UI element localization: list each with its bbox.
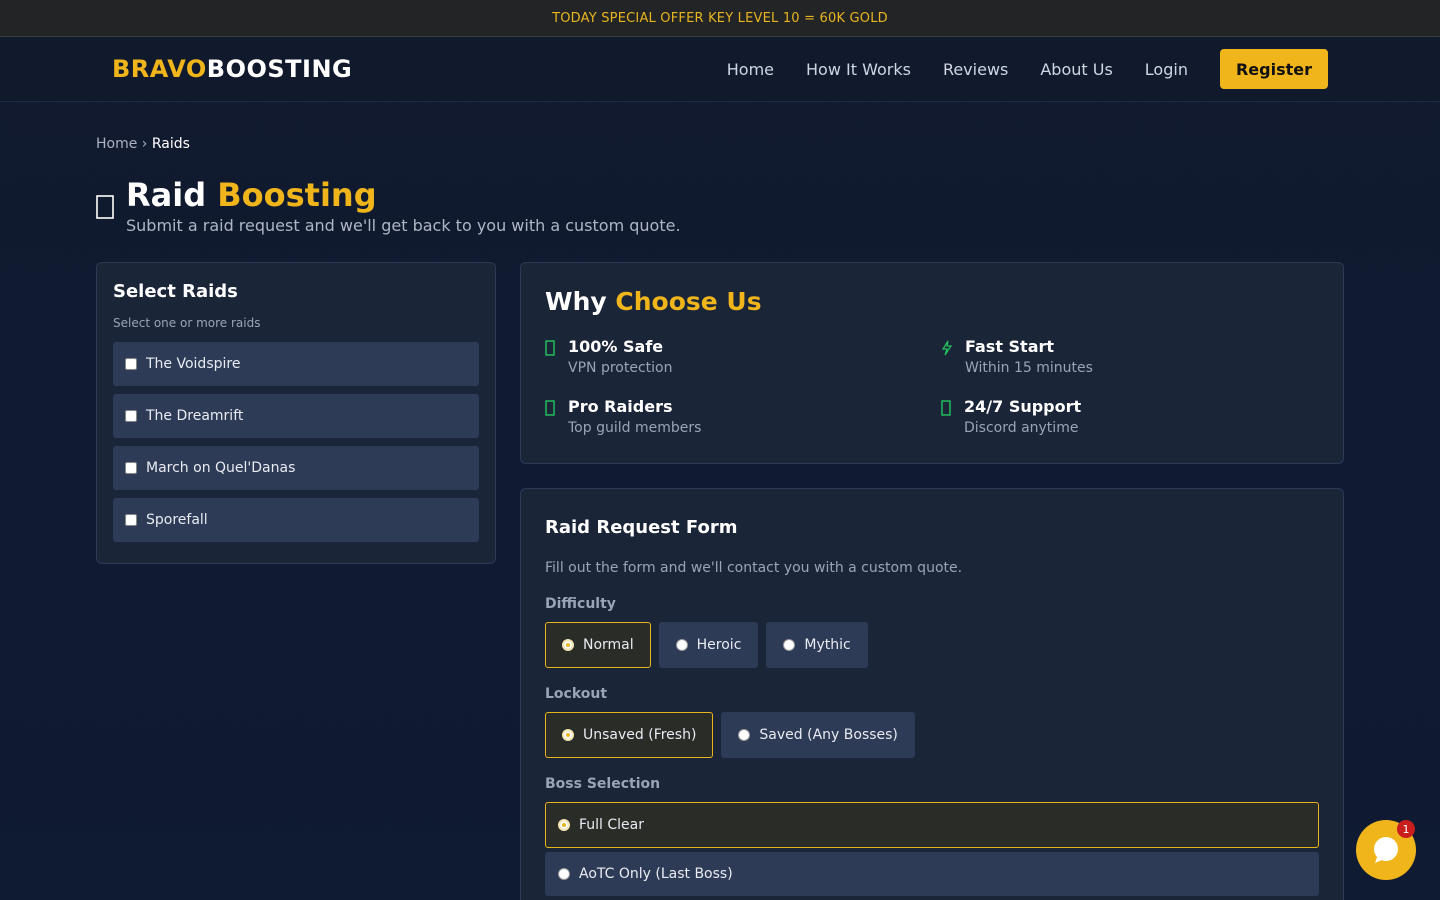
radio[interactable] [783, 639, 796, 651]
raid-request-form: Raid Request Form Fill out the form and … [520, 488, 1344, 900]
page-header: Raid Boosting Submit a raid request and … [96, 178, 681, 235]
raid-option-march-on-queldanas[interactable]: March on Quel'Danas [113, 446, 479, 490]
boss-full-clear[interactable]: Full Clear [545, 802, 1319, 848]
feature-title: Pro Raiders [568, 397, 673, 416]
lockout-saved[interactable]: Saved (Any Bosses) [721, 712, 915, 758]
raid-option-label: The Dreamrift [146, 408, 244, 424]
difficulty-options: Normal Heroic Mythic [545, 622, 1319, 668]
boss-option-label: Full Clear [579, 817, 645, 833]
page-title-boosting: Boosting [217, 176, 377, 214]
logo-boosting: BOOSTING [206, 55, 353, 83]
difficulty-label: Difficulty [545, 596, 616, 612]
feature-desc: Within 15 minutes [965, 360, 1093, 376]
radio[interactable] [675, 639, 688, 651]
nav-reviews[interactable]: Reviews [943, 60, 1008, 79]
raid-checkbox[interactable] [125, 514, 137, 526]
lockout-label: Lockout [545, 686, 608, 702]
page-title-raid: Raid [126, 176, 207, 214]
raid-option-voidspire[interactable]: The Voidspire [113, 342, 479, 386]
boss-aotc-only[interactable]: AoTC Only (Last Boss) [545, 852, 1319, 896]
feature-safe: 100% Safe VPN protection [545, 337, 672, 376]
promo-text: TODAY SPECIAL OFFER KEY LEVEL 10 = 60K G… [552, 10, 888, 26]
page-title: Raid Boosting [126, 178, 681, 212]
form-subtitle: Fill out the form and we'll contact you … [545, 560, 963, 576]
feature-desc: VPN protection [568, 360, 673, 376]
nav-how-it-works[interactable]: How It Works [806, 60, 911, 79]
select-raids-subtitle: Select one or more raids [113, 316, 261, 330]
feature-fast-start: Fast Start Within 15 minutes [941, 337, 1093, 376]
raid-option-label: Sporefall [146, 512, 208, 528]
feature-desc: Top guild members [568, 420, 702, 436]
trophy-icon [545, 400, 568, 436]
difficulty-normal[interactable]: Normal [545, 622, 651, 668]
shield-icon [545, 340, 568, 376]
raid-checkbox[interactable] [125, 358, 137, 370]
raid-checkbox[interactable] [125, 462, 137, 474]
nav-links: Home How It Works Reviews About Us Login… [695, 49, 1328, 89]
why-title-why: Why [545, 287, 607, 316]
site-logo[interactable]: BRAVOBOOSTING [112, 55, 352, 83]
raid-option-label: The Voidspire [146, 356, 241, 372]
lockout-option-label: Saved (Any Bosses) [759, 727, 898, 743]
top-navbar: BRAVOBOOSTING Home How It Works Reviews … [0, 37, 1440, 102]
why-choose-us-card: Why Choose Us 100% Safe VPN protection F… [520, 262, 1344, 464]
promo-banner: TODAY SPECIAL OFFER KEY LEVEL 10 = 60K G… [0, 0, 1440, 37]
breadcrumb-current: Raids [151, 136, 190, 152]
boss-selection-label: Boss Selection [545, 776, 661, 792]
radio[interactable] [558, 868, 570, 880]
feature-desc: Discord anytime [964, 420, 1079, 436]
register-button[interactable]: Register [1219, 49, 1328, 89]
difficulty-heroic[interactable]: Heroic [658, 622, 759, 668]
raid-checkbox[interactable] [125, 410, 137, 422]
chat-bubble-icon [1374, 837, 1398, 863]
difficulty-option-label: Normal [583, 637, 634, 653]
feature-title: Fast Start [965, 337, 1055, 356]
logo-bravo: BRAVO [112, 55, 207, 83]
why-title: Why Choose Us [545, 287, 1319, 316]
form-title: Raid Request Form [545, 517, 738, 538]
difficulty-option-label: Heroic [696, 637, 742, 653]
breadcrumb-home[interactable]: Home [96, 136, 137, 152]
boss-option-label: AoTC Only (Last Boss) [579, 866, 733, 882]
raid-option-sporefall[interactable]: Sporefall [113, 498, 479, 542]
lockout-option-label: Unsaved (Fresh) [583, 727, 697, 743]
chat-icon [941, 400, 964, 436]
feature-title: 24/7 Support [964, 397, 1082, 416]
feature-title: 100% Safe [568, 337, 664, 356]
page-subtitle: Submit a raid request and we'll get back… [126, 216, 681, 235]
raid-option-dreamrift[interactable]: The Dreamrift [113, 394, 479, 438]
feature-support: 24/7 Support Discord anytime [941, 397, 1081, 436]
lockout-options: Unsaved (Fresh) Saved (Any Bosses) [545, 712, 1319, 758]
why-title-choose-us: Choose Us [615, 287, 762, 316]
raid-option-label: March on Quel'Danas [146, 460, 296, 476]
select-raids-title: Select Raids [113, 281, 238, 302]
feature-pro-raiders: Pro Raiders Top guild members [545, 397, 701, 436]
difficulty-option-label: Mythic [804, 637, 851, 653]
nav-about-us[interactable]: About Us [1040, 60, 1112, 79]
difficulty-mythic[interactable]: Mythic [766, 622, 868, 668]
nav-home[interactable]: Home [727, 60, 774, 79]
chat-notification-badge: 1 [1397, 820, 1415, 838]
breadcrumb: Home › Raids [96, 136, 190, 152]
lockout-unsaved[interactable]: Unsaved (Fresh) [545, 712, 714, 758]
radio[interactable] [738, 729, 751, 741]
breadcrumb-separator: › [141, 136, 148, 152]
sword-icon [96, 192, 126, 235]
radio-selected[interactable] [562, 729, 574, 741]
select-raids-card: Select Raids Select one or more raids Th… [96, 262, 496, 564]
radio-selected[interactable] [562, 639, 574, 651]
lightning-icon [941, 340, 965, 376]
radio-selected[interactable] [558, 819, 570, 831]
nav-login[interactable]: Login [1145, 60, 1188, 79]
